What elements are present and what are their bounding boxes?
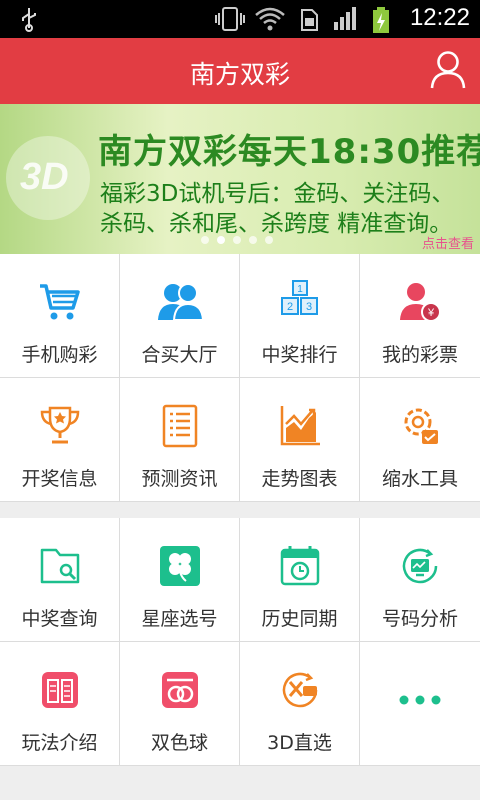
group-users-icon: [158, 283, 204, 321]
menu-item-winning-query[interactable]: 中奖查询: [0, 518, 120, 642]
pager-dot[interactable]: [201, 236, 209, 244]
menu-item-label: 开奖信息: [21, 468, 98, 490]
3d-logo: 3D: [6, 136, 90, 220]
menu-item-zodiac-pick[interactable]: 星座选号: [120, 518, 240, 642]
double-ball-icon: [162, 672, 198, 708]
clover-icon: [160, 546, 200, 586]
svg-text:1: 1: [297, 284, 303, 295]
view-more-link[interactable]: 点击查看: [422, 233, 474, 252]
pager-dot[interactable]: [249, 236, 257, 244]
app-header: 南方双彩: [0, 38, 480, 104]
menu-item-label: 中奖排行: [261, 344, 338, 366]
menu-item-rules-intro[interactable]: 玩法介绍: [0, 642, 120, 766]
svg-text:¥: ¥: [427, 307, 435, 319]
promo-banner[interactable]: 3D 南方双彩每天18:30推荐 福彩3D试机号后：金码、关注码、 杀码、杀和尾…: [0, 104, 480, 254]
signal-icon: [334, 7, 356, 30]
menu-item-label: 星座选号: [141, 608, 218, 630]
banner-text-line-1: 福彩3D试机号后：金码、关注码、: [100, 181, 455, 207]
usb-icon: [22, 8, 36, 32]
calendar-clock-icon: [280, 546, 320, 586]
page-title: 南方双彩: [189, 60, 290, 89]
menu-item-label: 中奖查询: [21, 608, 98, 630]
pager-dot[interactable]: [233, 236, 241, 244]
menu-item-reduction-tools[interactable]: 缩水工具: [360, 378, 480, 502]
status-bar: 12:22: [0, 0, 480, 38]
menu-item-winning-ranking[interactable]: 1 2 3 中奖排行: [240, 254, 360, 378]
more-dots-icon: [399, 695, 441, 705]
menu-item-label: 历史同期: [261, 608, 338, 630]
folder-search-icon: [40, 548, 80, 584]
book-icon: [42, 672, 78, 708]
pager-dot-active[interactable]: [217, 236, 225, 244]
menu-item-label: 我的彩票: [381, 344, 458, 366]
main-menu-grid: 手机购彩 合买大厅 1 2 3 中奖排行 ¥ 我的彩票 开奖信息 预测资讯 走势…: [0, 254, 480, 502]
menu-item-label: 合买大厅: [141, 344, 218, 366]
menu-item-number-analysis[interactable]: 号码分析: [360, 518, 480, 642]
menu-item-label: 双色球: [150, 732, 208, 754]
3d-direct-icon: [282, 672, 318, 708]
menu-item-prediction-news[interactable]: 预测资讯: [120, 378, 240, 502]
menu-item-label: 3D直选: [267, 732, 332, 754]
menu-item-label: 预测资讯: [141, 468, 218, 490]
banner-headline: 南方双彩每天18:30推荐: [98, 132, 480, 172]
trend-chart-icon: [280, 406, 320, 446]
menu-item-label: 手机购彩: [21, 344, 98, 366]
menu-item-trend-chart[interactable]: 走势图表: [240, 378, 360, 502]
document-list-icon: [162, 404, 198, 448]
pager-dot[interactable]: [265, 236, 273, 244]
svg-text:2: 2: [287, 301, 293, 313]
menu-item-draw-info[interactable]: 开奖信息: [0, 378, 120, 502]
menu-item-3d-direct[interactable]: 3D直选: [240, 642, 360, 766]
gear-tools-icon: [404, 408, 438, 444]
menu-item-label: 缩水工具: [381, 468, 458, 490]
vibrate-icon: [215, 7, 245, 31]
user-profile-icon[interactable]: [430, 50, 466, 90]
shopping-cart-icon: [40, 284, 80, 320]
menu-item-my-tickets[interactable]: ¥ 我的彩票: [360, 254, 480, 378]
user-ticket-icon: ¥: [400, 283, 441, 322]
menu-item-label: 走势图表: [261, 468, 338, 490]
menu-item-label: 玩法介绍: [21, 732, 98, 754]
menu-item-more[interactable]: [360, 642, 480, 766]
wifi-icon: [255, 7, 285, 31]
menu-item-double-color-ball[interactable]: 双色球: [120, 642, 240, 766]
menu-item-group-buy[interactable]: 合买大厅: [120, 254, 240, 378]
analysis-monitor-icon: [402, 548, 438, 584]
menu-item-mobile-purchase[interactable]: 手机购彩: [0, 254, 120, 378]
menu-item-history-same-period[interactable]: 历史同期: [240, 518, 360, 642]
clock: 12:22: [409, 4, 470, 31]
banner-pager: [201, 236, 273, 244]
menu-item-label: 号码分析: [381, 608, 458, 630]
svg-text:3: 3: [306, 301, 312, 313]
banner-text-line-2: 杀码、杀和尾、杀跨度 精准查询。: [100, 211, 453, 237]
trophy-icon: [40, 406, 80, 444]
battery-charging-icon: [373, 7, 389, 33]
ranking-blocks-icon: 1 2 3: [281, 280, 318, 315]
sim-card-icon: [301, 9, 318, 31]
secondary-menu-grid: 中奖查询 星座选号 历史同期 号码分析 玩法介绍 双色球 3D直选: [0, 518, 480, 766]
